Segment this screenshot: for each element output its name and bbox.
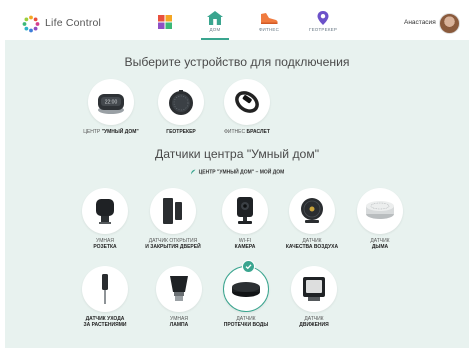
sensor-label: ДАТЧИК ДВИЖЕНИЯ [279, 316, 349, 328]
sensor-wifi-camera[interactable]: WI-FI КАМЕРА [210, 188, 280, 250]
device-label: ГЕОТРЕКЕР [146, 129, 216, 135]
sneaker-icon [261, 13, 278, 24]
nav-geotracker[interactable]: ГЕОТРЕКЕР [303, 10, 343, 40]
water-leak-sensor-icon [232, 282, 260, 297]
device-fitness-bracelet[interactable]: ФИТНЕС БРАСЛЕТ [212, 79, 282, 135]
sensor-circle[interactable] [222, 188, 268, 234]
device-circle[interactable] [224, 79, 270, 125]
nav-fitness[interactable]: ФИТНЕС [249, 10, 289, 40]
selected-check-icon [242, 260, 255, 273]
smart-socket-icon [96, 199, 114, 224]
plant-sensor-icon [102, 274, 108, 304]
sensor-label: УМНАЯ РОЗЕТКА [70, 238, 140, 250]
sensor-circle-selected[interactable] [223, 260, 269, 312]
sensor-circle[interactable] [82, 266, 128, 312]
device-geotracker[interactable]: ГЕОТРЕКЕР [146, 79, 216, 135]
geotracker-icon [169, 90, 193, 115]
svg-text:22:00: 22:00 [105, 100, 118, 106]
sensor-circle[interactable] [150, 188, 196, 234]
sensor-smart-lamp[interactable]: УМНАЯ ЛАМПА [144, 266, 214, 328]
sensor-label-line2: ДЫМА [371, 244, 389, 251]
nav-geotracker-label: ГЕОТРЕКЕР [308, 27, 338, 32]
sensor-label-line2: ЗА РАСТЕНИЯМИ [83, 322, 127, 329]
app-name: Life Control [45, 17, 102, 29]
avatar[interactable] [439, 13, 460, 34]
air-quality-sensor-icon [301, 198, 323, 223]
sensor-label: ДАТЧИК ОТКРЫТИЯ И ЗАКРЫТИЯ ДВЕРЕЙ [138, 238, 208, 250]
sensor-label-line2: РОЗЕТКА [93, 244, 117, 251]
device-label-prefix: ЦЕНТР [83, 129, 101, 135]
sensor-smoke[interactable]: ДАТЧИК ДЫМА [345, 188, 415, 250]
sensor-air-quality[interactable]: ДАТЧИК КАЧЕСТВА ВОЗДУХА [277, 188, 347, 250]
wifi-camera-icon [237, 197, 253, 224]
sensor-smart-socket[interactable]: УМНАЯ РОЗЕТКА [70, 188, 140, 250]
sensor-label-line2: ЛАМПА [169, 322, 189, 329]
sensor-plant-care[interactable]: ДАТЧИК УХОДА ЗА РАСТЕНИЯМИ [70, 266, 140, 328]
smart-lamp-icon [170, 276, 188, 301]
sensor-label: WI-FI КАМЕРА [210, 238, 280, 250]
nav-fitness-label: ФИТНЕС [258, 27, 280, 32]
dashboard-icon [158, 15, 172, 29]
sensor-circle[interactable] [291, 266, 337, 312]
home-icon [207, 11, 223, 25]
door-sensor-icon [163, 198, 182, 224]
nav-active-indicator [201, 38, 229, 40]
fitness-bracelet-icon [235, 91, 259, 113]
device-label-prefix: ФИТНЕС [224, 129, 246, 135]
sensor-motion[interactable]: ДАТЧИК ДВИЖЕНИЯ [279, 266, 349, 328]
nav-home[interactable]: ДОМ [195, 10, 235, 40]
user-name[interactable]: Анастасия [404, 19, 436, 26]
device-label-name: "УМНЫЙ ДОМ" [101, 129, 139, 135]
life-control-logo-icon [22, 15, 40, 33]
sensor-label-line2: И ЗАКРЫТИЯ ДВЕРЕЙ [145, 244, 201, 251]
smoke-detector-icon [366, 201, 394, 219]
nav-home-label: ДОМ [209, 27, 221, 32]
device-circle[interactable]: 22:00 [88, 79, 134, 125]
motion-sensor-icon [303, 277, 325, 301]
device-circle[interactable] [158, 79, 204, 125]
hub-selector[interactable]: ЦЕНТР "УМНЫЙ ДОМ" – МОЙ ДОМ [5, 169, 469, 175]
section-title-sensors: Датчики центра "Умный дом" [154, 147, 320, 161]
sensor-label: ДАТЧИК ПРОТЕЧКИ ВОДЫ [211, 316, 281, 328]
device-label-name: ГЕОТРЕКЕР [166, 129, 196, 135]
device-label-name: БРАСЛЕТ [246, 129, 270, 135]
sensor-label: ДАТЧИК КАЧЕСТВА ВОЗДУХА [277, 238, 347, 250]
sensor-label: ДАТЧИК УХОДА ЗА РАСТЕНИЯМИ [70, 316, 140, 328]
smart-home-hub-icon: 22:00 [98, 94, 124, 114]
device-smart-home-hub[interactable]: 22:00 ЦЕНТР "УМНЫЙ ДОМ" [76, 79, 146, 135]
sensor-circle[interactable] [357, 188, 403, 234]
sensor-label: УМНАЯ ЛАМПА [144, 316, 214, 328]
sensor-label-line2: КАМЕРА [234, 244, 256, 251]
device-label: ЦЕНТР "УМНЫЙ ДОМ" [76, 129, 146, 135]
location-pin-icon [317, 11, 329, 25]
section-title-connect: Выберите устройство для подключения [124, 55, 350, 69]
hub-leaf-icon [190, 169, 196, 175]
sensor-circle[interactable] [289, 188, 335, 234]
app-frame: Life Control ДОМ ФИТНЕС ГЕОТРЕКЕР Анаста… [5, 5, 469, 348]
sensor-door[interactable]: ДАТЧИК ОТКРЫТИЯ И ЗАКРЫТИЯ ДВЕРЕЙ [138, 188, 208, 250]
nav-dashboard[interactable] [145, 10, 185, 40]
top-bar: Life Control ДОМ ФИТНЕС ГЕОТРЕКЕР Анаста… [5, 5, 469, 40]
sensor-label-line2: КАЧЕСТВА ВОЗДУХА [285, 244, 339, 251]
sensor-label-line2: ПРОТЕЧКИ ВОДЫ [223, 322, 269, 329]
device-label: ФИТНЕС БРАСЛЕТ [212, 129, 282, 135]
sensor-circle[interactable] [82, 188, 128, 234]
sensor-water-leak[interactable]: ДАТЧИК ПРОТЕЧКИ ВОДЫ [211, 260, 281, 328]
sensor-label: ДАТЧИК ДЫМА [345, 238, 415, 250]
hub-selector-label: ЦЕНТР "УМНЫЙ ДОМ" – МОЙ ДОМ [198, 169, 285, 176]
sensor-label-line2: ДВИЖЕНИЯ [299, 322, 329, 329]
sensor-circle[interactable] [156, 266, 202, 312]
